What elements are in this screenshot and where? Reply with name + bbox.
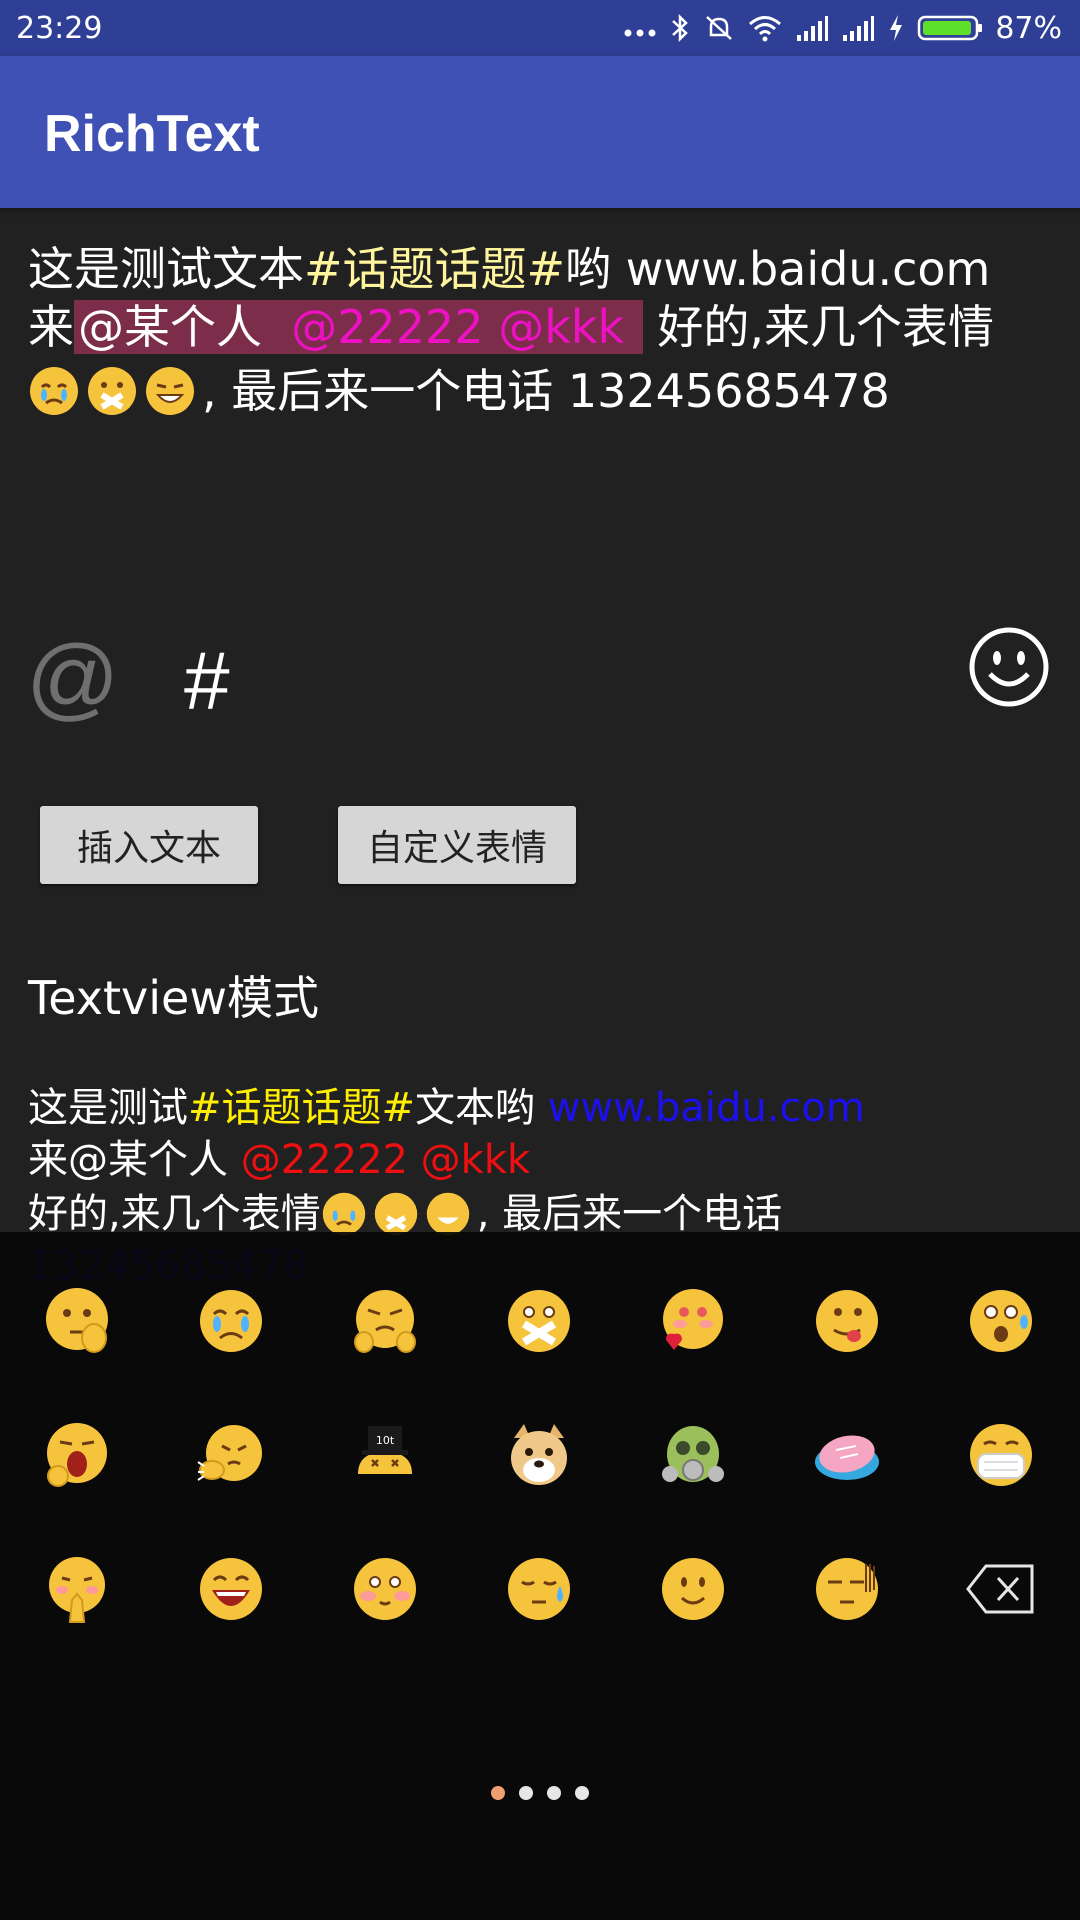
textview-text: , 最后来一个电话	[476, 1191, 783, 1237]
emoji-speechless[interactable]	[770, 1522, 924, 1656]
emoji-love[interactable]	[616, 1254, 770, 1388]
app-bar: RichText	[0, 56, 1080, 208]
textview-link[interactable]: www.baidu.com	[548, 1085, 865, 1131]
charging-icon	[890, 15, 903, 41]
editor-text: , 最后来一个电话 13245685478	[202, 364, 890, 418]
grin-emoji-icon	[426, 1192, 469, 1236]
topic-span: #话题话题#	[304, 242, 566, 296]
mention-highlight: @22222 @kkk	[291, 300, 625, 354]
status-icons: 87%	[623, 11, 1062, 46]
editor-text: 来	[28, 300, 74, 354]
svg-text:10t: 10t	[376, 1434, 395, 1447]
emoji-shy[interactable]	[308, 1522, 462, 1656]
app-title: RichText	[44, 105, 260, 163]
emoji-pray[interactable]	[0, 1522, 154, 1656]
rich-text-editor[interactable]: 这是测试文本#话题话题#哟 www.baidu.com 来@某个人 @22222…	[28, 240, 1058, 420]
editor-text: 好的,来几个表情	[642, 300, 994, 354]
custom-emoji-button[interactable]: 自定义表情	[338, 806, 576, 884]
textview-mention[interactable]: @22222 @kkk	[241, 1137, 530, 1183]
status-bar: 23:29 87%	[0, 0, 1080, 56]
silent-icon	[706, 16, 733, 40]
editor-text: 这是测试文本	[28, 242, 304, 296]
emoji-tongue[interactable]	[770, 1254, 924, 1388]
status-time: 23:29	[16, 10, 103, 46]
wifi-icon	[749, 16, 782, 42]
page-dot[interactable]	[575, 1786, 589, 1800]
signal-icon	[797, 16, 829, 41]
emoji-shocked[interactable]	[924, 1254, 1078, 1388]
insert-text-button[interactable]: 插入文本	[40, 806, 258, 884]
emoji-laugh[interactable]	[154, 1522, 308, 1656]
emoji-grid: 10t	[0, 1254, 1080, 1656]
thinking-emoji-icon	[46, 1288, 108, 1353]
battery-icon	[918, 15, 983, 41]
signal-icon	[843, 16, 875, 41]
page-dot[interactable]	[519, 1786, 533, 1800]
textview-text: 这是测试	[28, 1085, 188, 1131]
bluetooth-icon	[672, 13, 689, 43]
emoji-slap[interactable]	[154, 1388, 308, 1522]
emoji-yawn[interactable]	[0, 1388, 154, 1522]
cry-emoji-icon	[30, 367, 78, 415]
backspace-button[interactable]	[924, 1522, 1078, 1656]
editor-line-3: , 最后来一个电话 13245685478	[28, 362, 1058, 420]
editor-line-2: 来@某个人 @22222 @kkk 好的,来几个表情	[28, 298, 1058, 356]
textview-text: 来@某个人	[28, 1137, 241, 1183]
sweat-emoji-icon	[508, 1558, 570, 1620]
emoji-shut-mouth[interactable]	[462, 1254, 616, 1388]
grin-emoji-icon	[146, 367, 194, 415]
editor-line-1: 这是测试文本#话题话题#哟 www.baidu.com	[28, 240, 1058, 298]
emoji-gas-mask[interactable]	[616, 1388, 770, 1522]
page-dot[interactable]	[491, 1786, 505, 1800]
shut-mouth-emoji-icon	[374, 1192, 417, 1236]
emoji-angry[interactable]	[308, 1254, 462, 1388]
textview-line-2: 来@某个人 @22222 @kkk	[28, 1134, 1058, 1186]
emoji-dead-hat[interactable]: 10t	[308, 1388, 462, 1522]
shocked-emoji-icon	[970, 1290, 1032, 1352]
mention-block: @某个人 @22222 @kkk	[74, 300, 643, 354]
emoji-panel: 10t	[0, 1232, 1080, 1920]
emoji-cry[interactable]	[154, 1254, 308, 1388]
shut-mouth-emoji-icon	[508, 1290, 570, 1352]
gas-mask-emoji-icon	[662, 1426, 724, 1482]
slap-emoji-icon	[197, 1425, 262, 1481]
emoji-doge[interactable]	[462, 1388, 616, 1522]
topic-tool-button[interactable]: #	[184, 636, 230, 728]
shy-emoji-icon	[354, 1558, 416, 1620]
editor-text: 哟 www.baidu.com	[565, 242, 991, 296]
smile-emoji-icon	[662, 1558, 724, 1620]
textview-text: 好的,来几个表情	[28, 1191, 321, 1237]
cry-emoji-icon	[200, 1290, 262, 1352]
textview-line-1: 这是测试#话题话题#文本哟 www.baidu.com	[28, 1082, 1058, 1134]
mention-person: @某个人	[78, 300, 262, 354]
more-dots-icon	[624, 29, 656, 37]
shut-mouth-emoji-icon	[88, 367, 136, 415]
page-dot[interactable]	[547, 1786, 561, 1800]
battery-percent: 87%	[995, 10, 1062, 46]
emoji-soap[interactable]	[770, 1388, 924, 1522]
backspace-icon	[966, 1564, 1034, 1614]
textview-topic[interactable]: #话题话题#	[188, 1085, 415, 1131]
pray-emoji-icon	[49, 1557, 105, 1623]
mask-emoji-icon	[970, 1424, 1032, 1486]
emoji-thinking[interactable]	[0, 1254, 154, 1388]
laugh-emoji-icon	[200, 1558, 262, 1620]
emoji-mask[interactable]	[924, 1388, 1078, 1522]
speechless-emoji-icon	[816, 1558, 878, 1620]
textview-text: 文本哟	[415, 1085, 548, 1131]
dead-hat-emoji-icon: 10t	[358, 1426, 412, 1474]
emoji-smile[interactable]	[616, 1522, 770, 1656]
smiley-icon[interactable]	[968, 626, 1050, 708]
tongue-emoji-icon	[816, 1290, 878, 1352]
mention-tool-button[interactable]: @	[26, 632, 119, 724]
doge-emoji-icon	[511, 1424, 567, 1485]
soap-emoji-icon	[815, 1435, 879, 1480]
section-title: Textview模式	[28, 971, 319, 1025]
love-emoji-icon	[663, 1289, 723, 1350]
yawn-emoji-icon	[47, 1423, 107, 1487]
angry-emoji-icon	[354, 1290, 416, 1353]
cry-emoji-icon	[322, 1192, 365, 1236]
page-indicator	[0, 1786, 1080, 1800]
emoji-sweat[interactable]	[462, 1522, 616, 1656]
